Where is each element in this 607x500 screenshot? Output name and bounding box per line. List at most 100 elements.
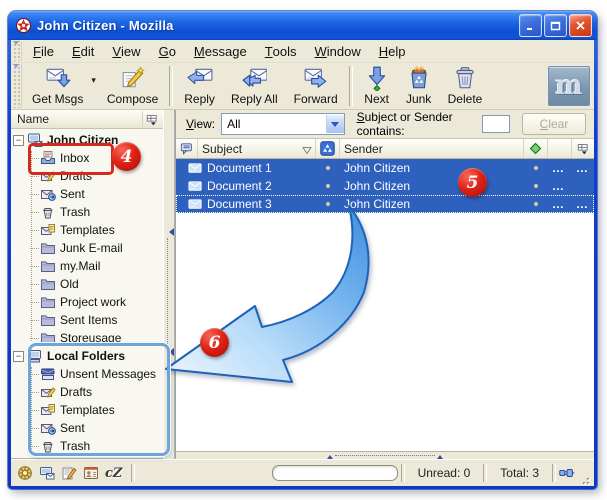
view-dropdown[interactable]: All — [221, 113, 344, 135]
folder-unsent-messages[interactable]: Unsent Messages — [11, 365, 163, 383]
menu-file[interactable]: File — [24, 40, 63, 62]
blank-column-header[interactable] — [548, 139, 572, 158]
resize-grip[interactable] — [577, 472, 591, 486]
folder-icon — [40, 330, 56, 346]
flag-status-cell[interactable] — [524, 166, 548, 170]
folder-trash[interactable]: Trash — [11, 437, 163, 455]
dropdown-arrow-icon[interactable] — [326, 115, 344, 133]
abook-icon[interactable] — [83, 465, 99, 481]
envelope-icon — [188, 161, 203, 176]
main-area: Name −John CitizenInboxDraftsSentTrashTe… — [11, 110, 594, 459]
message-column-picker[interactable] — [572, 139, 594, 158]
menubar-grippy[interactable] — [12, 41, 22, 61]
message-subject: Document 2 — [207, 179, 272, 193]
message-sender: John Citizen — [340, 197, 524, 211]
get-msgs-button[interactable]: Get Msgs — [24, 63, 91, 109]
message-row[interactable]: Document 1 John Citizen … … — [176, 159, 594, 177]
reply-button[interactable]: Reply — [176, 63, 223, 109]
junk-status-cell[interactable] — [316, 166, 340, 170]
flag-status-cell[interactable] — [524, 184, 548, 188]
toolbar-spacer — [490, 63, 548, 109]
folder-my-mail[interactable]: my.Mail — [11, 257, 163, 275]
folder-templates[interactable]: Templates — [11, 401, 163, 419]
subject-column-header[interactable]: Subject — [198, 139, 316, 158]
folder-local-folders[interactable]: −Local Folders — [11, 347, 163, 365]
sender-column-header[interactable]: Sender — [340, 139, 524, 158]
online-status-icon[interactable] — [559, 465, 575, 481]
menu-go[interactable]: Go — [150, 40, 185, 62]
statusbar-separator — [552, 464, 556, 482]
navigator-icon[interactable] — [17, 465, 33, 481]
folder-pane: Name −John CitizenInboxDraftsSentTrashTe… — [11, 110, 163, 459]
search-input[interactable] — [482, 115, 510, 133]
mail-status-icon[interactable] — [39, 465, 55, 481]
toolbar-grippy[interactable] — [12, 64, 22, 108]
compose-button[interactable]: Compose — [99, 63, 166, 109]
next-button[interactable]: Next — [356, 63, 398, 109]
message-list-empty-area[interactable] — [176, 213, 594, 451]
close-button[interactable] — [569, 14, 592, 37]
toolbar-button-label: Delete — [448, 92, 483, 106]
message-row[interactable]: Document 3 John Citizen … … — [176, 195, 594, 213]
clear-button[interactable]: Clear — [522, 113, 586, 135]
delete-button[interactable]: Delete — [440, 63, 491, 109]
forward-button[interactable]: Forward — [286, 63, 346, 109]
chatzilla-icon[interactable]: cZ — [105, 466, 122, 481]
titlebar: John Citizen - Mozilla — [8, 11, 597, 40]
statusbar-separator — [483, 464, 487, 482]
junk-button[interactable]: Junk — [398, 63, 440, 109]
composer-icon[interactable] — [61, 465, 77, 481]
window-client-area: FileEditViewGoMessageToolsWindowHelp Get… — [11, 40, 594, 486]
reply-all-button[interactable]: Reply All — [223, 63, 286, 109]
mozilla-logo-button[interactable]: m — [548, 66, 590, 106]
folder-junk-e-mail[interactable]: Junk E-mail — [11, 239, 163, 257]
window-controls — [519, 14, 592, 37]
message-pane-splitter[interactable] — [176, 451, 594, 459]
folder-templates[interactable]: Templates — [11, 221, 163, 239]
flag-column-header[interactable] — [524, 139, 548, 158]
folder-drafts[interactable]: Drafts — [11, 167, 163, 185]
flag-status-cell[interactable] — [524, 202, 548, 206]
message-pane-grippy[interactable] — [335, 455, 435, 456]
message-row[interactable]: Document 2 John Citizen … — [176, 177, 594, 195]
maximize-button[interactable] — [544, 14, 567, 37]
folder-sent[interactable]: Sent — [11, 185, 163, 203]
folder-john-citizen[interactable]: −John Citizen — [11, 131, 163, 149]
thread-column-header[interactable] — [176, 139, 198, 158]
menu-window[interactable]: Window — [306, 40, 370, 62]
get-msgs-icon — [45, 65, 71, 91]
folder-column-picker[interactable] — [142, 111, 161, 127]
splitter-grippy[interactable] — [167, 238, 171, 346]
get-msgs-dropdown-arrow[interactable]: ▾ — [91, 63, 99, 109]
folder-thread-splitter[interactable] — [163, 110, 175, 459]
folder-inbox[interactable]: Inbox — [11, 149, 163, 167]
junk-column-header[interactable] — [316, 139, 340, 158]
delete-icon — [452, 65, 478, 91]
tree-expander[interactable]: − — [13, 351, 24, 362]
message-date-cell: … — [548, 179, 572, 193]
menu-items: FileEditViewGoMessageToolsWindowHelp — [24, 40, 415, 62]
folder-project-work[interactable]: Project work — [11, 293, 163, 311]
folder-storeusage[interactable]: Storeusage — [11, 329, 163, 347]
menu-tools[interactable]: Tools — [256, 40, 306, 62]
progress-bar — [272, 465, 398, 481]
folder-sent-items[interactable]: Sent Items — [11, 311, 163, 329]
message-subject-cell: Document 1 — [176, 161, 316, 176]
menu-help[interactable]: Help — [370, 40, 415, 62]
colpicker-icon — [146, 113, 159, 126]
menu-view[interactable]: View — [103, 40, 149, 62]
toolbar-button-label: Next — [364, 92, 389, 106]
junk-status-cell[interactable] — [316, 202, 340, 206]
tree-expander[interactable]: − — [13, 135, 24, 146]
folder-trash[interactable]: Trash — [11, 203, 163, 221]
folder-pane-header[interactable]: Name — [11, 110, 163, 129]
folder-drafts[interactable]: Drafts — [11, 383, 163, 401]
folder-label: Sent Items — [60, 313, 117, 327]
minimize-button[interactable] — [519, 14, 542, 37]
menu-edit[interactable]: Edit — [63, 40, 103, 62]
folder-sent[interactable]: Sent — [11, 419, 163, 437]
folder-old[interactable]: Old — [11, 275, 163, 293]
junk-status-cell[interactable] — [316, 184, 340, 188]
search-label: Subject or Sender contains: — [357, 110, 476, 138]
menu-message[interactable]: Message — [185, 40, 256, 62]
